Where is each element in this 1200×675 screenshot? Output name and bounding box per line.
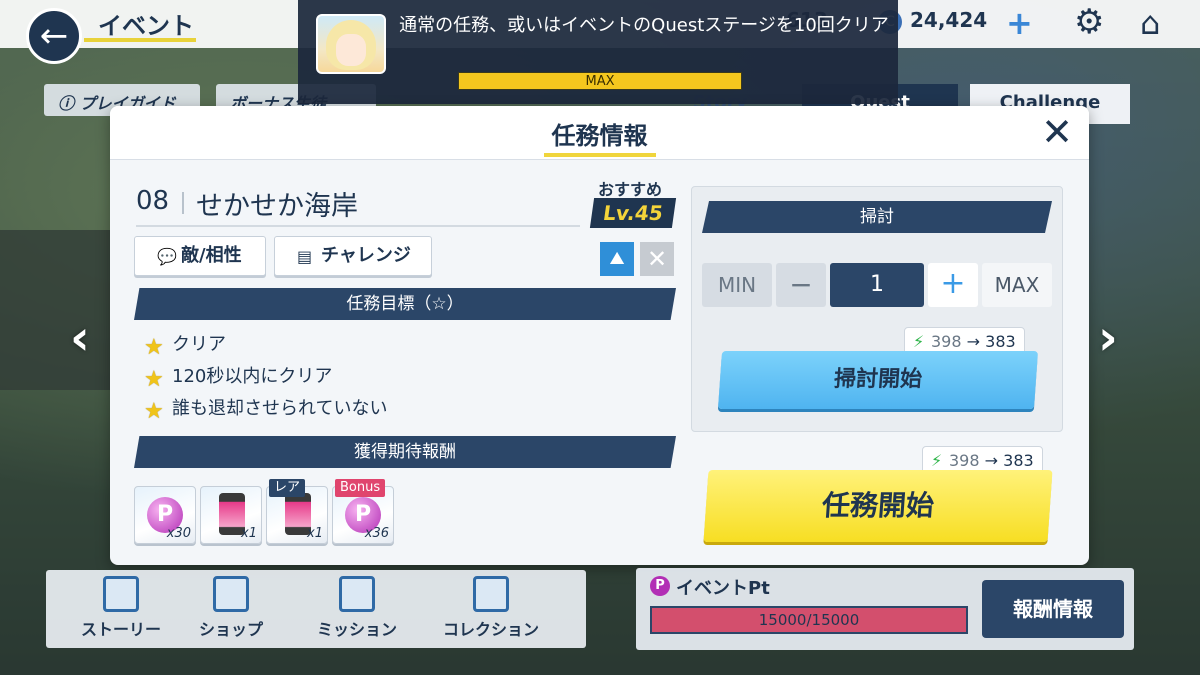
collection-icon	[473, 576, 509, 612]
objective-item: ★ 120秒以内にクリア	[144, 362, 332, 391]
back-arrow-icon: ←	[39, 16, 69, 56]
bottom-menu: ストーリー ショップ ミッション コレクション	[46, 570, 586, 648]
notice-progress-label: MAX	[585, 74, 615, 89]
star-icon: ★	[144, 367, 164, 392]
reward-quantity: x30	[166, 526, 191, 541]
close-icon[interactable]: ✕	[1041, 112, 1073, 152]
enemy-affinity-button[interactable]: 💬 敵/相性	[134, 236, 266, 276]
recommended-level-badge: Lv.45	[589, 198, 677, 228]
disabled-x-icon[interactable]: ✕	[640, 242, 674, 276]
menu-collection-label: コレクション	[442, 620, 539, 639]
back-button[interactable]: ←	[26, 8, 82, 64]
stage-separator	[182, 192, 184, 214]
enemy-affinity-label: 敵/相性	[181, 245, 242, 266]
menu-shop[interactable]: ショップ	[176, 570, 286, 648]
modal-title: 任務情報	[551, 122, 648, 150]
recommended-label: おすすめ	[598, 180, 663, 199]
modal-title-underline	[544, 153, 656, 157]
sweep-plus-button[interactable]: +	[928, 263, 978, 307]
chevron-left-icon[interactable]: ‹	[70, 310, 90, 366]
info-icon: ⓘ	[58, 94, 80, 113]
mission-notice-banner: 通常の任務、或いはイベントのQuestステージを10回クリア MAX	[298, 0, 898, 104]
menu-mission[interactable]: ミッション	[302, 570, 412, 648]
reward-quantity: x1	[241, 526, 257, 541]
objective-text: 120秒以内にクリア	[172, 366, 333, 387]
speech-bubble-icon: 💬	[157, 247, 177, 266]
reward-item[interactable]: P x30	[134, 486, 196, 544]
challenge-button[interactable]: ▤ チャレンジ	[274, 236, 432, 276]
sweep-count-input[interactable]: 1	[830, 263, 924, 307]
reward-info-button[interactable]: 報酬情報	[982, 580, 1124, 638]
screen-title: イベント	[98, 12, 194, 40]
stage-number: 08	[136, 186, 170, 216]
currency-2-value: 24,424	[910, 8, 988, 32]
stage-name: せかせか海岸	[196, 191, 358, 222]
star-icon: ★	[144, 335, 164, 360]
reward-quantity: x1	[307, 526, 323, 541]
event-point-icon: P	[650, 576, 670, 596]
objective-text: クリア	[172, 334, 226, 355]
title-underline	[84, 38, 196, 42]
map-view-icon[interactable]: ⛰	[600, 242, 634, 276]
star-icon: ★	[144, 399, 164, 424]
notice-text: 通常の任務、或いはイベントのQuestステージを10回クリア	[399, 15, 889, 36]
add-currency-button[interactable]: +	[1006, 4, 1033, 42]
objective-item: ★ 誰も退却させられていない	[144, 394, 387, 423]
objective-item: ★ クリア	[144, 330, 226, 359]
ap-after: 383	[985, 332, 1016, 351]
event-points-panel: P イベントPt 15000/15000 報酬情報	[636, 568, 1134, 650]
sweep-header: 掃討	[702, 201, 1052, 233]
sweep-start-button[interactable]: 掃討開始	[717, 351, 1039, 409]
sweep-min-button[interactable]: MIN	[702, 263, 772, 307]
stage-underline	[136, 225, 580, 227]
tag-icon	[213, 576, 249, 612]
objective-text: 誰も退却させられていない	[172, 398, 388, 419]
menu-shop-label: ショップ	[198, 620, 263, 639]
reward-item[interactable]: P Bonus x36	[332, 479, 394, 544]
book-icon	[103, 576, 139, 612]
reward-quantity: x36	[364, 526, 389, 541]
mission-start-button[interactable]: 任務開始	[703, 470, 1053, 542]
reward-item[interactable]: レア x1	[266, 479, 328, 544]
chevron-right-icon[interactable]: ›	[1098, 310, 1118, 366]
menu-story[interactable]: ストーリー	[66, 570, 176, 648]
home-icon[interactable]: ⌂	[1140, 4, 1160, 42]
notice-progress-bar: MAX	[458, 72, 742, 90]
character-avatar	[316, 14, 386, 74]
menu-mission-label: ミッション	[316, 620, 397, 639]
sweep-minus-button[interactable]: −	[776, 263, 826, 307]
rare-tag: レア	[269, 479, 306, 497]
ap-before: 398	[931, 332, 962, 351]
sweep-panel: 掃討 MIN − 1 + MAX ⚡ 398 → 383 掃討開始	[691, 186, 1063, 432]
bonus-tag: Bonus	[335, 479, 386, 497]
gear-icon[interactable]: ⚙	[1074, 2, 1104, 42]
sweep-max-button[interactable]: MAX	[982, 263, 1052, 307]
rewards-header: 獲得期待報酬	[134, 436, 676, 468]
ap-arrow: →	[966, 332, 981, 351]
event-points-bar: 15000/15000	[650, 606, 968, 634]
mission-info-modal: 任務情報 ✕ 08 せかせか海岸 おすすめ Lv.45 💬 敵/相性 ▤ チャレ…	[110, 106, 1089, 565]
ap-arrow: →	[984, 451, 999, 470]
ap-after: 383	[1003, 451, 1034, 470]
challenge-label: チャレンジ	[321, 245, 411, 266]
document-icon: ▤	[297, 247, 313, 266]
objectives-header: 任務目標（☆）	[134, 288, 676, 320]
menu-collection[interactable]: コレクション	[426, 570, 556, 648]
event-points-label: イベントPt	[676, 578, 770, 599]
reward-item[interactable]: x1	[200, 486, 262, 544]
clipboard-icon	[339, 576, 375, 612]
menu-story-label: ストーリー	[80, 620, 161, 639]
ap-before: 398	[949, 451, 980, 470]
